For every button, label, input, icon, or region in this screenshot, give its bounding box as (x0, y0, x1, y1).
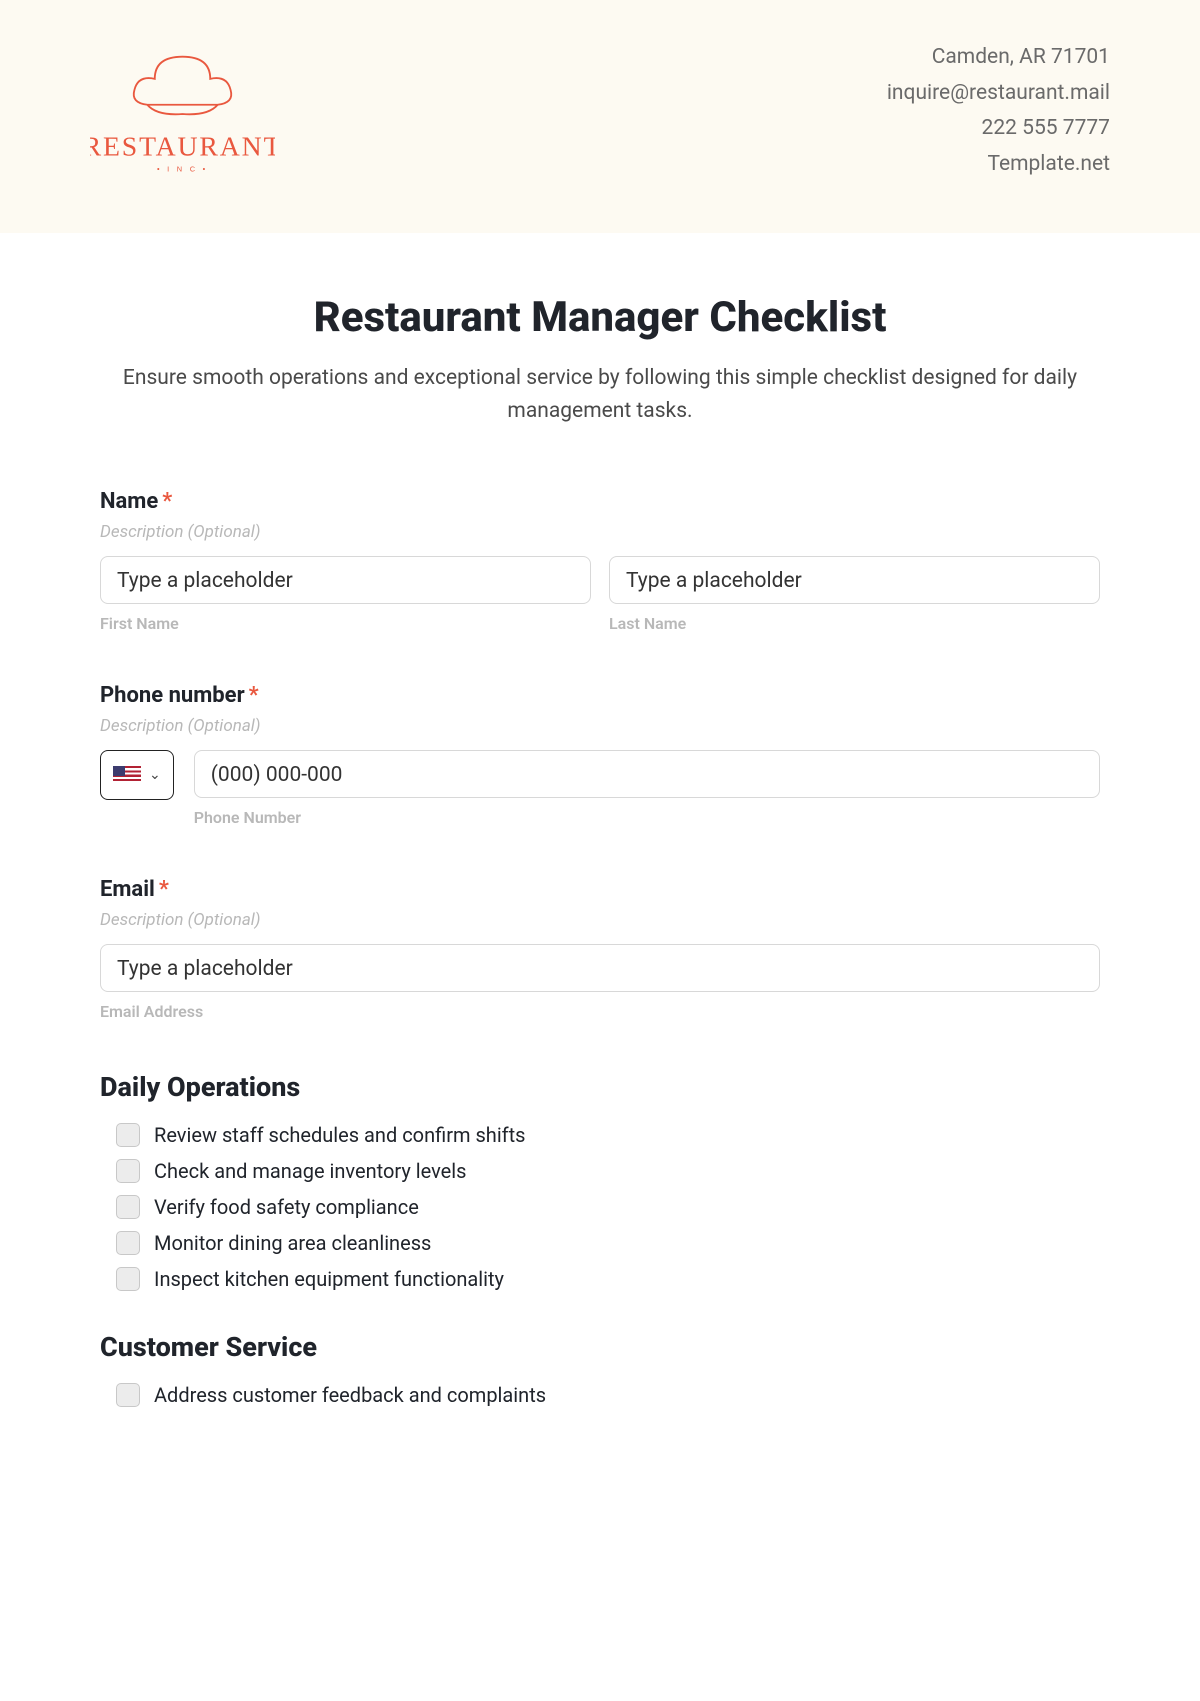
last-name-input[interactable] (609, 556, 1100, 604)
daily-operations-heading: Daily Operations (100, 1071, 1100, 1103)
document-body: Restaurant Manager Checklist Ensure smoo… (0, 233, 1200, 1407)
country-code-select[interactable]: ⌄ (100, 750, 174, 800)
checkbox[interactable] (116, 1231, 140, 1255)
email-field-group: Email* Description (Optional) Email Addr… (100, 877, 1100, 1021)
phone-description: Description (Optional) (100, 716, 1100, 736)
list-item: Address customer feedback and complaints (116, 1383, 1100, 1407)
checkbox[interactable] (116, 1383, 140, 1407)
document-subtitle: Ensure smooth operations and exceptional… (100, 362, 1100, 429)
list-item: Inspect kitchen equipment functionality (116, 1267, 1100, 1291)
checklist-label: Verify food safety compliance (154, 1195, 419, 1219)
us-flag-icon (113, 766, 141, 784)
checkbox[interactable] (116, 1123, 140, 1147)
email-description: Description (Optional) (100, 910, 1100, 930)
email-sublabel: Email Address (100, 1002, 1100, 1021)
list-item: Check and manage inventory levels (116, 1159, 1100, 1183)
list-item: Verify food safety compliance (116, 1195, 1100, 1219)
list-item: Monitor dining area cleanliness (116, 1231, 1100, 1255)
last-name-sublabel: Last Name (609, 614, 1100, 633)
svg-text:• I N C •: • I N C • (157, 164, 208, 173)
restaurant-logo-icon: RESTAURANT • I N C • (90, 40, 275, 179)
checklist-label: Monitor dining area cleanliness (154, 1231, 431, 1255)
checklist-label: Check and manage inventory levels (154, 1159, 466, 1183)
checkbox[interactable] (116, 1195, 140, 1219)
checkbox[interactable] (116, 1159, 140, 1183)
list-item: Review staff schedules and confirm shift… (116, 1123, 1100, 1147)
name-description: Description (Optional) (100, 522, 1100, 542)
contact-address: Camden, AR 71701 (887, 40, 1110, 76)
header-band: RESTAURANT • I N C • Camden, AR 71701 in… (0, 0, 1200, 233)
name-label: Name* (100, 489, 1100, 514)
contact-info: Camden, AR 71701 inquire@restaurant.mail… (887, 40, 1110, 183)
checklist-label: Review staff schedules and confirm shift… (154, 1123, 526, 1147)
phone-sublabel: Phone Number (194, 808, 1100, 827)
email-input[interactable] (100, 944, 1100, 992)
checklist-label: Address customer feedback and complaints (154, 1383, 546, 1407)
contact-email: inquire@restaurant.mail (887, 76, 1110, 112)
required-star-icon: * (159, 877, 169, 902)
svg-text:RESTAURANT: RESTAURANT (90, 132, 275, 163)
daily-operations-list: Review staff schedules and confirm shift… (100, 1123, 1100, 1291)
contact-site: Template.net (887, 147, 1110, 183)
first-name-sublabel: First Name (100, 614, 591, 633)
required-star-icon: * (162, 489, 172, 514)
name-field-group: Name* Description (Optional) First Name … (100, 489, 1100, 633)
phone-label: Phone number* (100, 683, 1100, 708)
contact-phone: 222 555 7777 (887, 111, 1110, 147)
customer-service-heading: Customer Service (100, 1331, 1100, 1363)
document-title: Restaurant Manager Checklist (100, 293, 1100, 342)
checkbox[interactable] (116, 1267, 140, 1291)
customer-service-list: Address customer feedback and complaints (100, 1383, 1100, 1407)
chevron-down-icon: ⌄ (149, 767, 161, 783)
logo: RESTAURANT • I N C • (90, 40, 275, 179)
first-name-input[interactable] (100, 556, 591, 604)
phone-input[interactable] (194, 750, 1100, 798)
phone-field-group: Phone number* Description (Optional) ⌄ P… (100, 683, 1100, 827)
email-label: Email* (100, 877, 1100, 902)
checklist-label: Inspect kitchen equipment functionality (154, 1267, 504, 1291)
required-star-icon: * (249, 683, 259, 708)
